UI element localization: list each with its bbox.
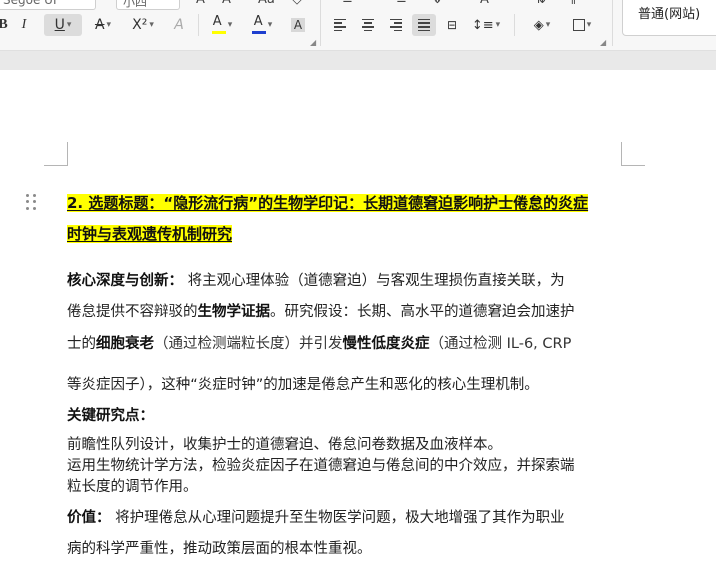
drag-handle-icon[interactable]: [26, 194, 38, 210]
align-center-icon: [362, 18, 374, 32]
line-spacing-top-icon[interactable]: ⇕: [432, 0, 443, 8]
align-center-button[interactable]: [358, 14, 378, 36]
chevron-down-icon: ▾: [106, 20, 112, 30]
align-left-icon: [334, 18, 346, 32]
italic-button[interactable]: I: [16, 14, 32, 36]
line-spacing-button[interactable]: ↕≡ ▾: [470, 14, 502, 36]
line-spacing-icon: ↕≡: [471, 17, 494, 33]
heading-line-1: 2. 选题标题：“隐形流行病”的生物学印记：长期道德窘迫影响护士倦怠的炎症: [67, 194, 589, 212]
chevron-down-icon: ▾: [545, 20, 551, 30]
ruler-area: [0, 50, 716, 70]
heading-line-2: 时钟与表观遗传机制研究: [67, 225, 233, 243]
text-effect-button[interactable]: A: [168, 14, 190, 36]
numbering-icon[interactable]: ≡: [342, 0, 353, 8]
font-size-select[interactable]: 小四: [116, 0, 180, 10]
key-points-label: 关键研究点：: [67, 408, 154, 424]
para1-line-1: 核心深度与创新： 将主观心理体验（道德窘迫）与客观生理损伤直接关联，为: [67, 273, 565, 289]
key-point-item-2b: 粒长度的调节作用。: [67, 479, 198, 495]
indent-icon[interactable]: ≡: [396, 0, 407, 8]
clear-format-icon[interactable]: ◇: [292, 0, 302, 8]
bold-button[interactable]: B: [0, 14, 10, 36]
shading-button[interactable]: ◈ ▾: [526, 14, 558, 36]
chevron-down-icon: ▾: [495, 20, 501, 30]
para1-line-2: 倦怠提供不容辩驳的生物学证据。研究假设：长期、高水平的道德窘迫会加速护: [67, 304, 575, 320]
toolbar-divider: [514, 14, 515, 36]
font-name-select[interactable]: Segoe UI: [0, 0, 96, 10]
shrink-font-icon[interactable]: A: [222, 0, 231, 8]
key-point-item-2a: 运用生物统计学方法，检验炎症因子在道德窘迫与倦怠间的中介效应，并探索端: [67, 458, 575, 474]
font-color-button[interactable]: A ▾: [246, 14, 278, 36]
align-right-button[interactable]: [386, 14, 406, 36]
text-direction-icon[interactable]: A: [480, 0, 489, 8]
distribute-button[interactable]: ⊟: [442, 14, 462, 36]
sort-icon[interactable]: ⇅: [535, 0, 546, 8]
highlighter-icon: A: [212, 14, 222, 29]
show-marks-icon[interactable]: ¶: [568, 0, 576, 8]
grow-font-icon[interactable]: A: [196, 0, 205, 8]
chevron-down-icon: ▾: [66, 20, 72, 30]
underline-button[interactable]: U ▾: [44, 14, 82, 36]
para1-line-3: 士的细胞衰老（通过检测端粒长度）并引发慢性低度炎症（通过检测 IL-6, CRP: [67, 336, 572, 352]
chevron-down-icon: ▾: [586, 20, 592, 30]
ribbon-toolbar: Segoe UI 小四 A A Aa ◇ ≡ ≡ ⇕ A ⇅ ¶ B I U▾ …: [0, 0, 716, 50]
highlight-color-button[interactable]: A ▾: [206, 14, 238, 36]
style-gallery-item[interactable]: 普通(网站): [622, 0, 716, 36]
superscript-button[interactable]: X² ▾: [126, 14, 160, 36]
para1-line-4: 等炎症因子），这种“炎症时钟”的加速是倦怠产生和恶化的核心生理机制。: [67, 377, 539, 393]
crop-mark-left: [44, 142, 68, 166]
document-page[interactable]: 2. 选题标题：“隐形流行病”的生物学印记：长期道德窘迫影响护士倦怠的炎症 时钟…: [0, 70, 716, 563]
border-icon: [572, 19, 585, 31]
chevron-down-icon: ▾: [267, 20, 273, 30]
borders-button[interactable]: ▾: [566, 14, 598, 36]
align-left-button[interactable]: [330, 14, 350, 36]
key-point-item-1: 前瞻性队列设计，收集护士的道德窘迫、倦怠问卷数据及血液样本。: [67, 437, 502, 453]
justify-icon: [418, 18, 430, 32]
para1-label: 核心深度与创新：: [67, 273, 183, 289]
highlight-color-bar: [211, 31, 226, 34]
value-label: 价值：: [67, 510, 111, 526]
change-case-icon[interactable]: Aa: [258, 0, 275, 8]
document-body: 2. 选题标题：“隐形流行病”的生物学印记：长期道德窘迫影响护士倦怠的炎症 时钟…: [67, 70, 627, 563]
justify-button[interactable]: [412, 14, 436, 36]
strikethrough-button[interactable]: A ▾: [88, 14, 118, 36]
font-color-icon: A: [253, 14, 263, 29]
group-divider: [320, 0, 321, 46]
value-line-1: 价值： 将护理倦怠从心理问题提升至生物医学问题，极大地增强了其作为职业: [67, 510, 565, 526]
font-dialog-launcher-icon[interactable]: ◢: [310, 38, 316, 47]
chevron-down-icon: ▾: [149, 20, 154, 30]
group-divider: [612, 0, 613, 46]
value-line-2: 病的科学严重性，推动政策层面的根本性重视。: [67, 541, 372, 557]
paint-bucket-icon: ◈: [533, 17, 544, 33]
chevron-down-icon: ▾: [227, 20, 233, 30]
distribute-icon: ⊟: [446, 18, 458, 32]
toolbar-divider: [198, 14, 199, 36]
font-color-bar: [251, 31, 266, 34]
align-right-icon: [390, 18, 402, 32]
char-shading-button[interactable]: A: [288, 14, 308, 36]
paragraph-dialog-launcher-icon[interactable]: ◢: [600, 38, 606, 47]
